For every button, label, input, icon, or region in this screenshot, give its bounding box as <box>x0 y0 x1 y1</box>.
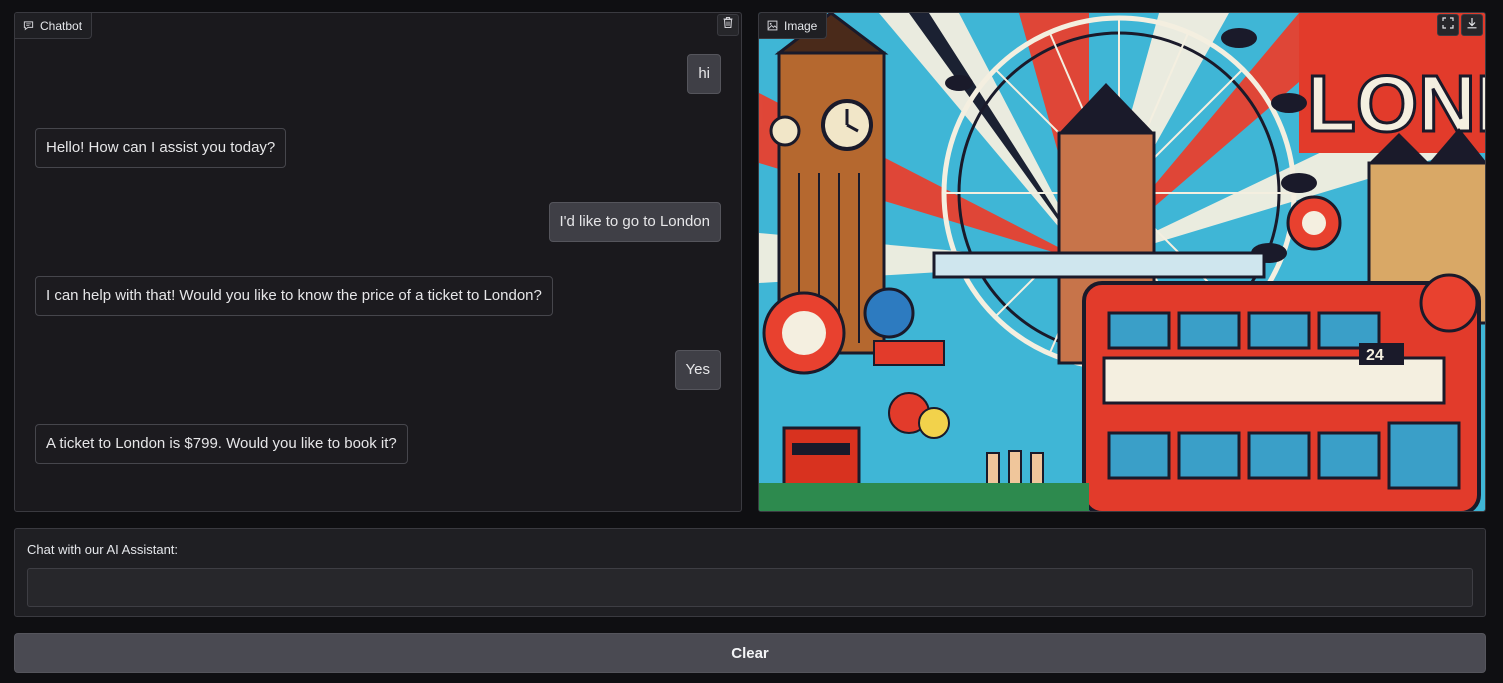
bus-number: 24 <box>1366 347 1384 364</box>
chat-bubble-icon <box>23 20 34 31</box>
chatbot-label-text: Chatbot <box>40 18 83 33</box>
bot-message: A ticket to London is $799. Would you li… <box>35 424 408 464</box>
image-icon <box>767 20 778 31</box>
user-message: Yes <box>674 350 721 390</box>
chatbot-panel: Chatbot hi Hello! How can I assist you t… <box>14 12 742 512</box>
clear-chat-button[interactable] <box>717 14 739 36</box>
clear-button[interactable]: Clear <box>14 633 1486 673</box>
image-label-text: Image <box>784 18 818 33</box>
download-icon <box>1466 16 1478 34</box>
image-label: Image <box>759 13 828 39</box>
fullscreen-button[interactable] <box>1437 14 1459 36</box>
image-toolbar <box>1437 14 1483 36</box>
chat-input-label: Chat with our AI Assistant: <box>27 542 179 557</box>
user-message: hi <box>687 54 721 94</box>
chat-input-field[interactable] <box>27 568 1473 607</box>
user-message: I'd like to go to London <box>548 202 721 242</box>
fullscreen-icon <box>1442 16 1454 34</box>
chat-input-panel: Chat with our AI Assistant: <box>14 528 1486 617</box>
bot-message: I can help with that! Would you like to … <box>35 276 553 316</box>
chatbot-label: Chatbot <box>15 13 93 39</box>
trash-icon <box>722 16 734 34</box>
image-panel: LONDON <box>758 12 1486 512</box>
bot-message: Hello! How can I assist you today? <box>35 128 287 168</box>
london-pop-art-image: LONDON <box>759 13 1485 511</box>
download-button[interactable] <box>1461 14 1483 36</box>
